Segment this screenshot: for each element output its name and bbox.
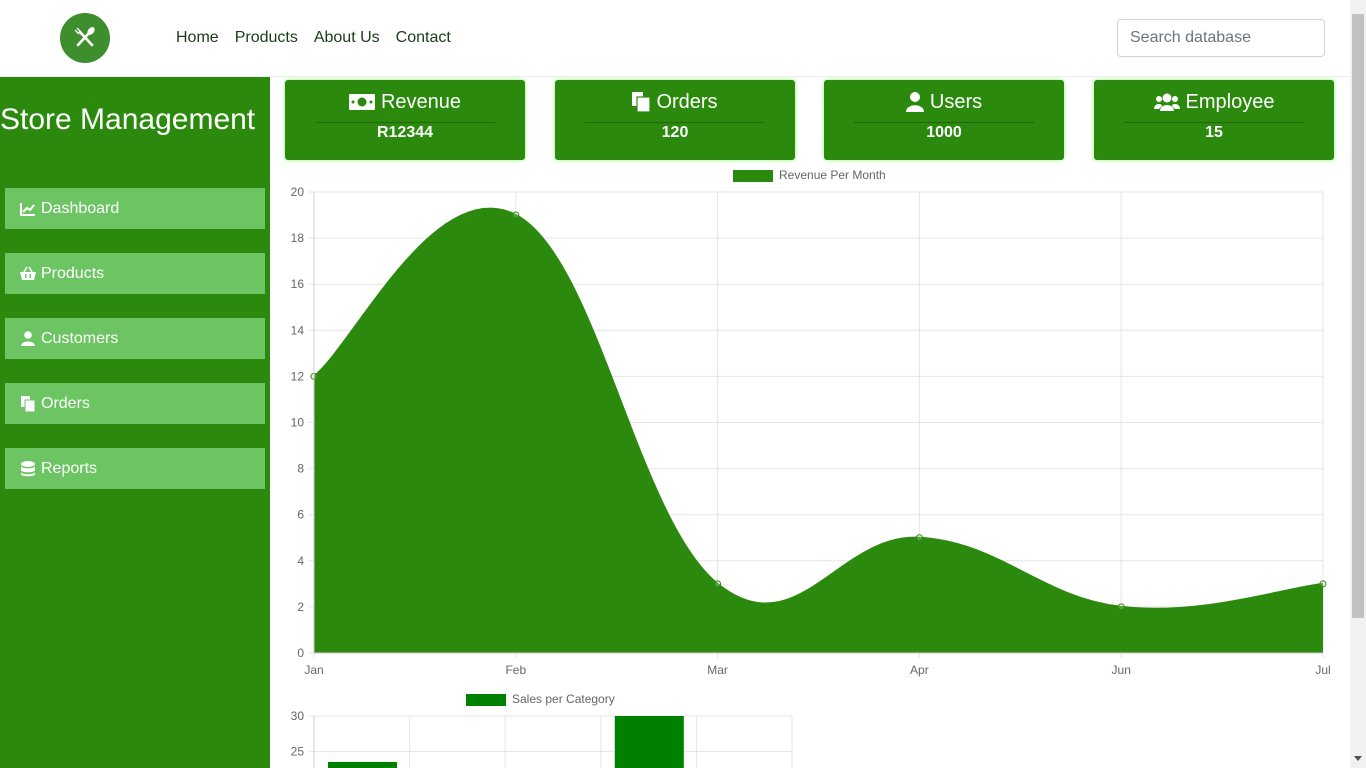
data-point <box>1117 603 1125 611</box>
nav-link-products[interactable]: Products <box>227 28 306 48</box>
card-divider <box>585 122 765 123</box>
legend-label: Revenue Per Month <box>779 168 886 182</box>
users-card: Users 1000 <box>824 80 1064 160</box>
database-icon <box>19 460 37 477</box>
users-icon <box>1153 93 1180 111</box>
sidebar-item-orders[interactable]: Orders <box>5 383 265 424</box>
legend-label: Sales per Category <box>512 692 615 706</box>
x-tick-label: Jan <box>304 663 323 677</box>
card-value: 15 <box>1205 124 1223 141</box>
revenue-area <box>314 208 1323 653</box>
user-icon <box>905 92 924 112</box>
sidebar-item-products[interactable]: Products <box>5 253 265 294</box>
sales-bar <box>328 761 397 768</box>
y-tick-label: 14 <box>291 323 305 337</box>
logo[interactable] <box>60 13 110 63</box>
sidebar-item-label: Dashboard <box>41 199 120 217</box>
card-divider <box>854 122 1034 123</box>
card-divider <box>315 122 495 123</box>
card-title: Orders <box>656 90 718 113</box>
y-tick-label: 6 <box>297 508 304 522</box>
data-point <box>714 580 722 588</box>
search-input[interactable] <box>1117 19 1325 57</box>
y-tick-label: 30 <box>291 709 305 723</box>
data-point <box>915 534 923 542</box>
nav-links: Home Products About Us Contact <box>168 28 459 48</box>
scrollbar-thumb[interactable] <box>1352 14 1364 618</box>
y-tick-label: 25 <box>291 744 305 758</box>
y-tick-label: 12 <box>291 369 305 383</box>
fork-knife-icon <box>74 27 95 47</box>
money-bill-icon <box>348 93 375 111</box>
sidebar-item-label: Orders <box>41 394 90 412</box>
y-tick-label: 8 <box>297 462 304 476</box>
y-tick-label: 2 <box>297 600 304 614</box>
user-icon <box>19 331 37 347</box>
scroll-down-arrow-icon[interactable] <box>1354 756 1362 761</box>
card-divider <box>1124 122 1304 123</box>
x-tick-label: Jun <box>1112 663 1131 677</box>
legend-swatch <box>466 694 506 706</box>
data-point <box>1319 580 1327 588</box>
employee-card: Employee 15 <box>1094 80 1334 160</box>
revenue-card: Revenue R12344 <box>285 80 525 160</box>
sidebar-title: Store Management <box>0 103 256 136</box>
top-navbar: Home Products About Us Contact <box>0 0 1350 77</box>
page: Home Products About Us Contact Store Man… <box>0 0 1366 768</box>
sidebar-item-label: Reports <box>41 459 98 477</box>
x-tick-label: Mar <box>707 663 728 677</box>
card-title: Employee <box>1185 90 1275 113</box>
sales-bar <box>614 716 684 768</box>
y-tick-label: 4 <box>297 554 304 568</box>
revenue-area-chart: Revenue Per Month 0 2 4 6 8 10 12 14 16 18 20 Jan Feb… <box>291 168 1331 677</box>
data-point <box>512 211 520 219</box>
chart-line-icon <box>19 201 37 217</box>
card-value: 1000 <box>926 124 962 141</box>
card-value: 120 <box>661 124 689 141</box>
copy-icon <box>19 395 37 412</box>
x-tick-label: Jul <box>1315 663 1330 677</box>
y-tick-label: 16 <box>291 277 305 291</box>
sales-bar-chart: Sales per Category 30 25 <box>291 692 793 768</box>
legend-swatch <box>733 170 773 182</box>
sidebar-item-dashboard[interactable]: Dashboard <box>5 188 265 229</box>
nav-link-home[interactable]: Home <box>168 28 227 48</box>
card-value: R12344 <box>376 124 434 141</box>
x-tick-label: Apr <box>910 663 929 677</box>
sidebar-item-customers[interactable]: Customers <box>5 318 265 359</box>
basket-icon <box>19 266 37 282</box>
card-title: Users <box>929 90 983 113</box>
sidebar-item-label: Products <box>41 264 105 282</box>
nav-link-about-us[interactable]: About Us <box>306 28 388 48</box>
y-tick-label: 20 <box>291 185 305 199</box>
y-tick-label: 0 <box>297 646 304 660</box>
sidebar: Store Management Dashboard Products Cust… <box>0 77 270 768</box>
orders-card: Orders 120 <box>555 80 795 160</box>
x-tick-label: Feb <box>505 663 526 677</box>
copy-icon <box>632 92 651 112</box>
y-tick-label: 18 <box>291 231 305 245</box>
sidebar-item-reports[interactable]: Reports <box>5 448 265 489</box>
y-tick-label: 10 <box>291 416 305 430</box>
sidebar-item-label: Customers <box>41 329 119 347</box>
nav-link-contact[interactable]: Contact <box>388 28 459 48</box>
card-title: Revenue <box>380 90 462 113</box>
